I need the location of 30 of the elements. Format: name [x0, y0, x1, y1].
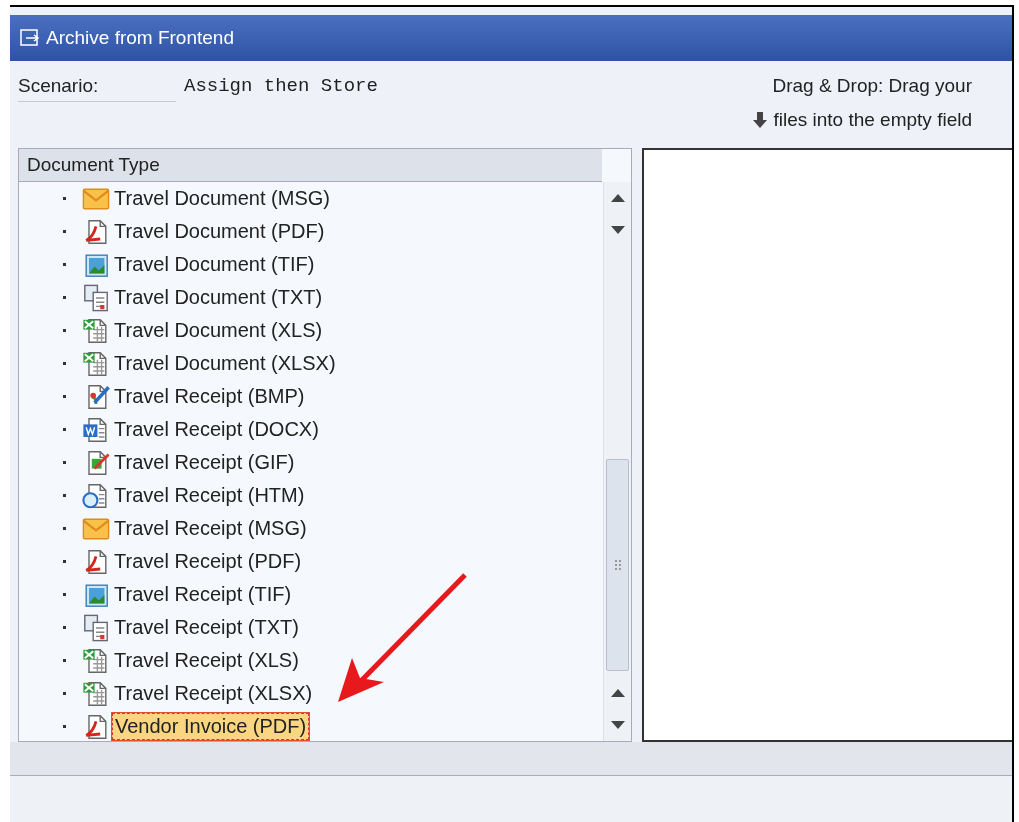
- scenario-value: Assign then Store: [184, 75, 378, 97]
- down-arrow-icon: [753, 112, 768, 128]
- tree-item[interactable]: Travel Receipt (PDF): [112, 549, 304, 574]
- tree-item[interactable]: Travel Document (XLS): [112, 318, 325, 343]
- tree-item[interactable]: Travel Document (MSG): [112, 186, 332, 211]
- tree-item[interactable]: Travel Receipt (XLS): [112, 648, 301, 673]
- up-arrow-icon: [610, 689, 625, 697]
- down-arrow-icon: [610, 721, 625, 729]
- scrollbar-thumb[interactable]: [606, 459, 629, 671]
- scenario-label: Scenario:: [18, 75, 176, 102]
- drag-hint: files into the empty field: [773, 109, 972, 131]
- tree-item[interactable]: Travel Receipt (DOCX): [112, 417, 321, 442]
- tree-item[interactable]: Travel Document (PDF): [112, 219, 327, 244]
- column-header[interactable]: Document Type: [19, 149, 602, 182]
- tree-item[interactable]: Travel Receipt (BMP): [112, 384, 307, 409]
- tree-item[interactable]: Travel Document (XLSX): [112, 351, 338, 376]
- tree-item[interactable]: Vendor Invoice (PDF): [112, 713, 310, 740]
- tree-item[interactable]: Travel Document (TIF): [112, 252, 317, 277]
- down-arrow-icon: [610, 226, 625, 234]
- drag-hint: Drag & Drop: Drag your: [772, 75, 972, 97]
- tree-item[interactable]: Travel Receipt (HTM): [112, 483, 307, 508]
- tree-item[interactable]: Travel Receipt (TIF): [112, 582, 294, 607]
- window-title: Archive from Frontend: [46, 27, 234, 49]
- tree-item[interactable]: Travel Receipt (MSG): [112, 516, 309, 541]
- tree-item[interactable]: Travel Receipt (TXT): [112, 615, 301, 640]
- tree-item[interactable]: Travel Receipt (XLSX): [112, 681, 315, 706]
- window-icon: [20, 29, 40, 47]
- tree-item[interactable]: Travel Document (TXT): [112, 285, 325, 310]
- up-arrow-icon: [610, 194, 625, 202]
- tree-item[interactable]: Travel Receipt (GIF): [112, 450, 297, 475]
